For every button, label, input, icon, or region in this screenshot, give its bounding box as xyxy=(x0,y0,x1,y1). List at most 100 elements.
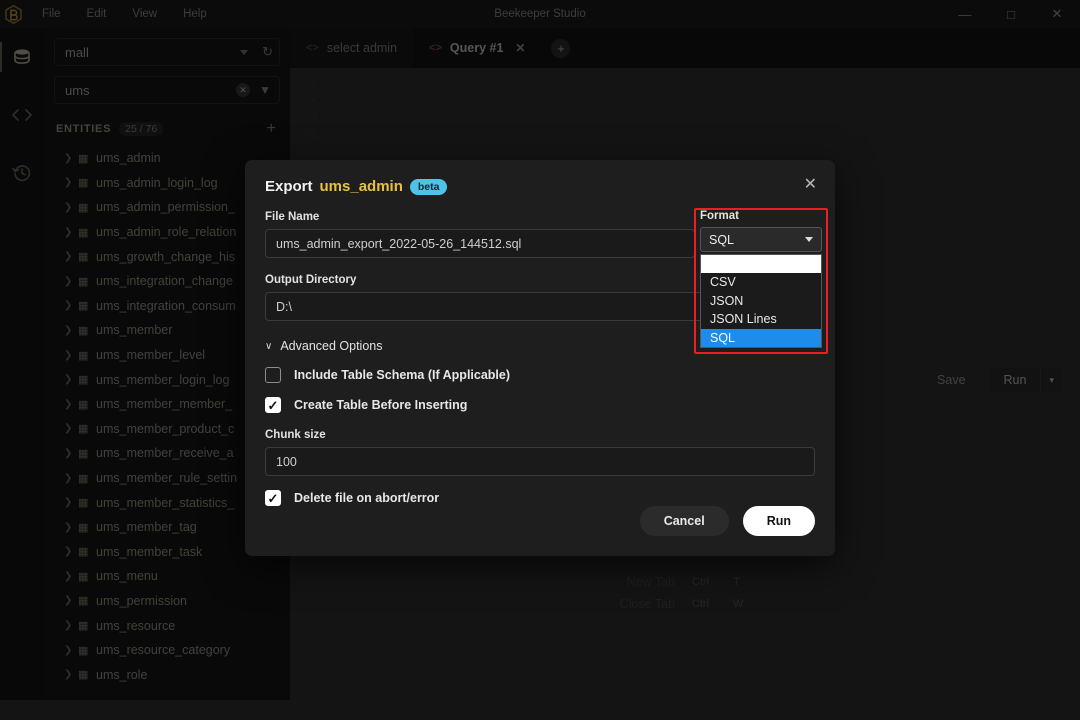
table-icon: ▦ xyxy=(78,324,89,337)
file-name-input[interactable]: ums_admin_export_2022-05-26_144512.sql xyxy=(265,229,695,258)
table-icon: ▦ xyxy=(78,349,89,362)
table-icon: ▦ xyxy=(78,546,89,559)
table-filter-input[interactable]: ums ✕ ▼ xyxy=(54,76,280,104)
run-export-button[interactable]: Run xyxy=(742,506,815,536)
format-option-blank[interactable] xyxy=(701,255,821,273)
format-option[interactable]: CSV xyxy=(701,273,821,292)
format-option[interactable]: JSON xyxy=(701,292,821,311)
entity-name: ums_member_tag xyxy=(96,520,197,535)
chevron-right-icon[interactable]: ❯ xyxy=(64,202,78,213)
refresh-icon[interactable]: ↻ xyxy=(262,44,273,60)
rail-selection-indicator xyxy=(0,42,2,72)
chevron-right-icon[interactable]: ❯ xyxy=(64,423,78,434)
chevron-right-icon[interactable]: ❯ xyxy=(64,645,78,656)
clear-filter-icon[interactable]: ✕ xyxy=(236,83,251,97)
add-entity-icon[interactable]: + xyxy=(267,120,276,138)
chunk-size-input[interactable]: 100 xyxy=(265,447,815,476)
chevron-right-icon[interactable]: ❯ xyxy=(64,325,78,336)
chevron-right-icon[interactable]: ❯ xyxy=(64,473,78,484)
maximize-icon[interactable]: □ xyxy=(988,0,1034,28)
checkbox-create-table-row[interactable]: Create Table Before Inserting xyxy=(265,397,815,413)
menu-item-file[interactable]: File xyxy=(42,8,61,20)
format-options-list[interactable]: CSV JSON JSON Lines SQL xyxy=(700,254,822,348)
chevron-right-icon[interactable]: ❯ xyxy=(64,177,78,188)
close-window-icon[interactable]: ✕ xyxy=(1034,0,1080,28)
minimize-icon[interactable]: — xyxy=(942,0,988,28)
chevron-right-icon[interactable]: ❯ xyxy=(64,227,78,238)
entity-name: ums_resource xyxy=(96,618,176,633)
chevron-right-icon[interactable]: ❯ xyxy=(64,620,78,631)
shortcut-action: Close Tab xyxy=(619,597,675,611)
format-option[interactable]: JSON Lines xyxy=(701,310,821,329)
menu-item-edit[interactable]: Edit xyxy=(87,8,107,20)
history-icon[interactable] xyxy=(7,158,37,188)
add-tab-button[interactable]: + xyxy=(551,38,571,58)
entity-name: ums_member_product_c xyxy=(96,421,235,436)
tab-select-admin[interactable]: <> select admin xyxy=(290,28,414,68)
chevron-down-icon xyxy=(805,237,813,242)
window-controls[interactable]: — □ ✕ xyxy=(942,0,1080,28)
entity-list-item[interactable]: ❯ ▦ ums_menu xyxy=(54,564,280,589)
table-filter-value: ums xyxy=(65,82,90,98)
chevron-right-icon[interactable]: ❯ xyxy=(64,153,78,164)
entity-name: ums_member_rule_settin xyxy=(96,471,238,486)
chevron-right-icon[interactable]: ❯ xyxy=(64,350,78,361)
checkbox-include-schema-row[interactable]: Include Table Schema (If Applicable) xyxy=(265,367,815,383)
run-dropdown-icon[interactable]: ▾ xyxy=(1040,368,1062,392)
entity-name: ums_admin xyxy=(96,151,161,166)
close-dialog-icon[interactable]: ✕ xyxy=(804,177,817,193)
dialog-title-table: ums_admin xyxy=(319,178,403,195)
chevron-right-icon[interactable]: ❯ xyxy=(64,546,78,557)
format-option[interactable]: SQL xyxy=(701,328,821,347)
shortcut-action: New Tab xyxy=(626,575,675,589)
checkbox-create-table[interactable] xyxy=(265,397,281,413)
save-button[interactable]: Save xyxy=(927,368,976,392)
entity-name: ums_member_login_log xyxy=(96,372,230,387)
shortcut-key: T xyxy=(726,574,747,590)
checkbox-delete-on-abort[interactable] xyxy=(265,490,281,506)
menu-item-view[interactable]: View xyxy=(132,8,157,20)
entity-name: ums_member_receive_a xyxy=(96,446,234,461)
table-icon: ▦ xyxy=(78,570,89,583)
chevron-right-icon[interactable]: ❯ xyxy=(64,571,78,582)
checkbox-include-schema[interactable] xyxy=(265,367,281,383)
chevron-right-icon[interactable]: ❯ xyxy=(64,251,78,262)
chevron-right-icon[interactable]: ❯ xyxy=(64,276,78,287)
table-icon: ▦ xyxy=(78,521,89,534)
table-icon: ▦ xyxy=(78,177,89,190)
checkbox-delete-on-abort-row[interactable]: Delete file on abort/error xyxy=(265,490,815,506)
chevron-right-icon[interactable]: ❯ xyxy=(64,522,78,533)
database-selector[interactable]: mall ↻ xyxy=(54,38,280,66)
entity-list-item[interactable]: ❯ ▦ ums_resource xyxy=(54,613,280,638)
database-icon[interactable] xyxy=(7,42,37,72)
table-icon: ▦ xyxy=(78,620,89,633)
chevron-right-icon[interactable]: ❯ xyxy=(64,595,78,606)
close-tab-icon[interactable]: ✕ xyxy=(515,41,525,55)
code-icon[interactable] xyxy=(7,100,37,130)
table-icon: ▦ xyxy=(78,251,89,264)
left-icon-rail[interactable] xyxy=(0,28,44,700)
entity-name: ums_integration_consum xyxy=(96,298,236,313)
run-button-group[interactable]: Run ▾ xyxy=(989,368,1062,392)
run-button[interactable]: Run xyxy=(990,368,1041,392)
chevron-right-icon[interactable]: ❯ xyxy=(64,300,78,311)
entity-list-item[interactable]: ❯ ▦ ums_role xyxy=(54,662,280,687)
tab-query-1[interactable]: <> Query #1 ✕ xyxy=(413,28,541,68)
cancel-button[interactable]: Cancel xyxy=(639,506,729,536)
chevron-right-icon[interactable]: ❯ xyxy=(64,374,78,385)
entity-name: ums_member_statistics_ xyxy=(96,495,235,510)
entity-name: ums_member_member_ xyxy=(96,397,233,412)
entity-list-item[interactable]: ❯ ▦ ums_permission xyxy=(54,589,280,614)
chevron-right-icon[interactable]: ❯ xyxy=(64,448,78,459)
editor-action-bar[interactable]: Save Run ▾ xyxy=(927,368,1062,392)
entity-list-item[interactable]: ❯ ▦ ums_resource_category xyxy=(54,638,280,663)
format-select[interactable]: SQL xyxy=(700,227,822,252)
menu-bar[interactable]: File Edit View Help xyxy=(42,8,207,20)
tab-bar[interactable]: <> select admin <> Query #1 ✕ + xyxy=(290,28,1080,68)
chevron-right-icon[interactable]: ❯ xyxy=(64,669,78,680)
filter-funnel-icon[interactable]: ▼ xyxy=(259,83,271,97)
chevron-right-icon[interactable]: ❯ xyxy=(64,399,78,410)
menu-item-help[interactable]: Help xyxy=(183,8,207,20)
entity-name: ums_member xyxy=(96,323,173,338)
chevron-right-icon[interactable]: ❯ xyxy=(64,497,78,508)
